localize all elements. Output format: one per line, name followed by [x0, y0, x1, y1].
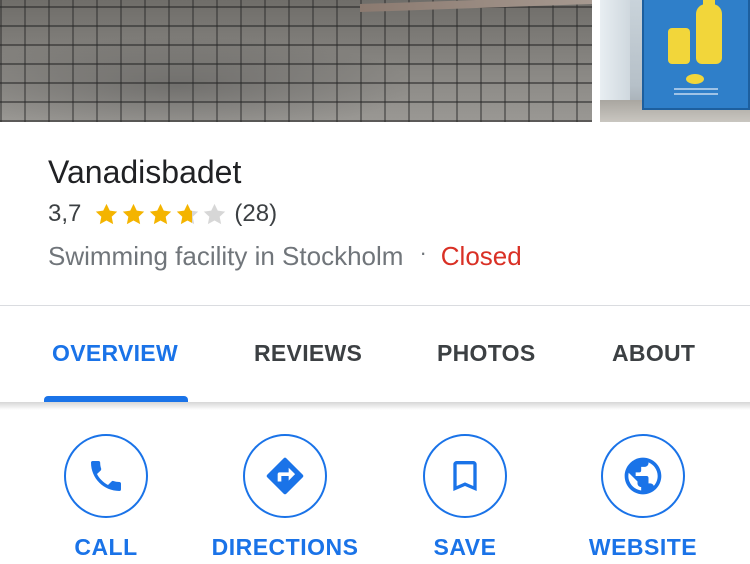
- tab-bar: OVERVIEW REVIEWS PHOTOS ABOUT: [0, 306, 750, 402]
- star-empty-icon: [204, 203, 226, 224]
- bottle-graphic: [696, 4, 722, 64]
- rating-value: 3,7: [48, 200, 82, 227]
- place-category: Swimming facility in Stockholm: [48, 240, 404, 271]
- sign-logo: [686, 74, 704, 84]
- call-circle: [64, 434, 148, 518]
- call-label: CALL: [74, 534, 138, 560]
- tab-photos[interactable]: PHOTOS: [437, 340, 536, 367]
- place-meta: Swimming facility in Stockholm · Closed: [48, 238, 522, 274]
- tab-reviews[interactable]: REVIEWS: [254, 340, 362, 367]
- tab-about[interactable]: ABOUT: [612, 340, 695, 367]
- separator-dot: ·: [419, 240, 427, 265]
- review-count[interactable]: (28): [234, 200, 277, 228]
- save-button[interactable]: SAVE: [380, 434, 550, 564]
- call-button[interactable]: CALL: [21, 434, 191, 564]
- rating-row[interactable]: 3,7 (28): [48, 198, 277, 230]
- photo-curb: [360, 0, 592, 13]
- directions-label: DIRECTIONS: [211, 534, 359, 560]
- place-photo-pavement[interactable]: [0, 0, 592, 122]
- star-full-icon: [123, 203, 145, 224]
- website-button[interactable]: WEBSITE: [558, 434, 728, 564]
- star-full-icon: [150, 203, 172, 224]
- phone-icon: [91, 461, 121, 491]
- globe-icon: [624, 457, 662, 495]
- star-full-icon: [96, 203, 118, 224]
- can-graphic: [668, 28, 690, 64]
- save-circle: [423, 434, 507, 518]
- tab-bar-shadow: [0, 402, 750, 410]
- star-half-icon: [177, 203, 199, 224]
- bookmark-icon: [453, 461, 477, 491]
- recycling-sign: [642, 0, 750, 110]
- open-status: Closed: [440, 240, 522, 271]
- tab-overview[interactable]: OVERVIEW: [52, 340, 178, 367]
- directions-button[interactable]: DIRECTIONS: [200, 434, 370, 564]
- website-circle: [601, 434, 685, 518]
- photo-strip[interactable]: [0, 0, 750, 122]
- directions-circle: [243, 434, 327, 518]
- place-photo-recycling-sign[interactable]: [600, 0, 750, 122]
- place-name: Vanadisbadet: [48, 154, 242, 190]
- directions-icon: [266, 457, 304, 495]
- website-label: WEBSITE: [588, 534, 698, 560]
- sign-text-line: [674, 93, 718, 95]
- sign-text-line: [674, 88, 718, 90]
- star-rating: [93, 201, 228, 228]
- save-label: SAVE: [433, 534, 497, 560]
